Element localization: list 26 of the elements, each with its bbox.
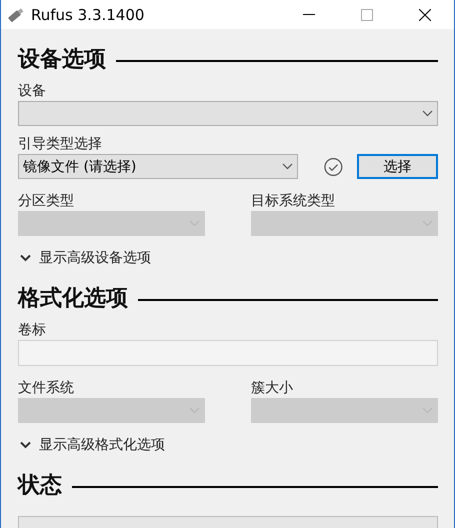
- advanced-options-toggle[interactable]: 显示高级格式化选项: [18, 434, 165, 456]
- window-title: Rufus 3.3.1400: [31, 6, 146, 24]
- check-circle-icon[interactable]: [324, 156, 343, 176]
- section-heading: 状态: [18, 472, 62, 500]
- close-icon: [419, 8, 431, 20]
- maximize-icon: [361, 8, 373, 20]
- field-label: 设备: [18, 82, 47, 101]
- input-field[interactable]: [18, 340, 438, 366]
- chevron-down-icon: [282, 163, 293, 170]
- chevron-down-icon: [20, 254, 31, 262]
- field-label: 卷标: [18, 321, 47, 340]
- field-label: 分区类型: [18, 192, 75, 211]
- field-label: 文件系统: [18, 379, 75, 398]
- minimize-icon: [303, 14, 315, 16]
- dropdown[interactable]: [18, 101, 438, 126]
- advanced-options-toggle[interactable]: 显示高级设备选项: [18, 247, 151, 269]
- field-label: 目标系统类型: [251, 192, 336, 211]
- chevron-down-icon: [20, 441, 31, 449]
- section-heading: 格式化选项: [18, 285, 128, 313]
- dropdown[interactable]: 镜像文件 (请选择): [18, 154, 298, 179]
- section-heading: 设备选项: [18, 46, 106, 74]
- field-label: 引导类型选择: [18, 135, 103, 154]
- chevron-down-icon: [422, 110, 433, 117]
- field-label: 簇大小: [251, 379, 294, 398]
- select-button[interactable]: 选择: [356, 154, 438, 179]
- usb-drive-icon: [7, 6, 25, 22]
